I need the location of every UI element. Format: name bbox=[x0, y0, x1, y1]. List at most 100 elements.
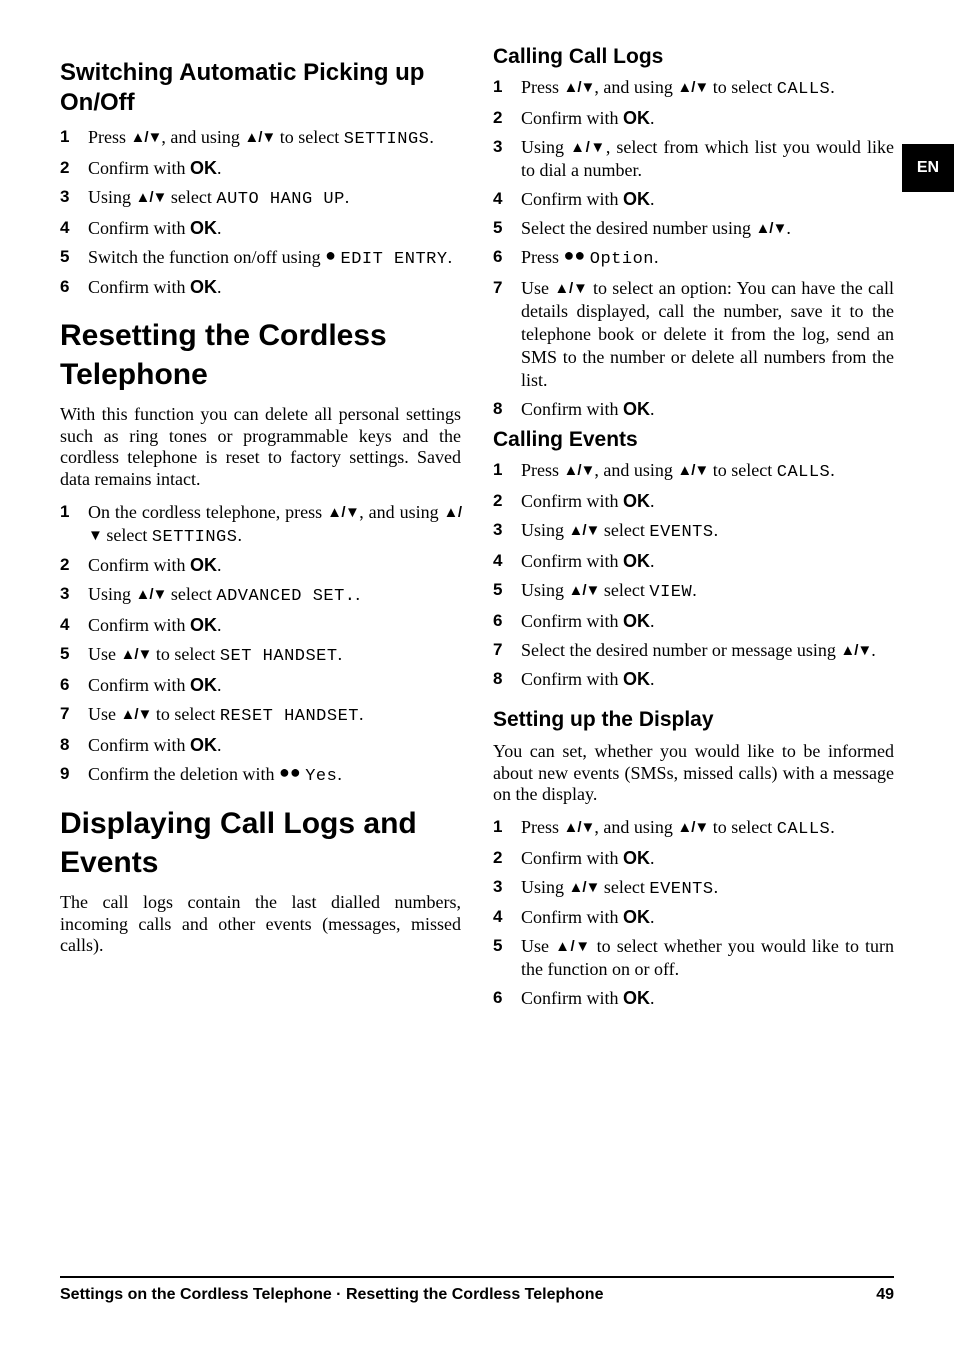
section-logs-events: Displaying Call Logs and Events The call… bbox=[60, 805, 461, 957]
step: Press ●● Option. bbox=[493, 246, 894, 271]
menu-item: Option bbox=[590, 250, 654, 269]
section-setting-display: Setting up the Display You can set, whet… bbox=[493, 707, 894, 1011]
menu-item: AUTO HANG UP bbox=[216, 190, 344, 209]
heading-call-logs: Calling Call Logs bbox=[493, 44, 894, 70]
step: Select the desired number using ▲/▼. bbox=[493, 217, 894, 240]
page: EN Switching Automatic Picking up On/Off… bbox=[0, 0, 954, 1352]
ok-key: OK bbox=[623, 491, 650, 511]
step: Confirm with OK. bbox=[493, 398, 894, 421]
menu-item: CALLS bbox=[777, 463, 831, 482]
footer-breadcrumb: Settings on the Cordless Telephone · Res… bbox=[60, 1286, 603, 1304]
ok-key: OK bbox=[190, 675, 217, 695]
ok-key: OK bbox=[190, 735, 217, 755]
step: Confirm with OK. bbox=[493, 668, 894, 691]
nav-icon: ▲/▼ bbox=[569, 582, 600, 599]
step: Using ▲/▼, select from which list you wo… bbox=[493, 136, 894, 182]
nav-icon: ▲/▼ bbox=[136, 586, 167, 603]
nav-icon: ▲/▼ bbox=[131, 129, 162, 146]
step: Use ▲/▼ to select RESET HANDSET. bbox=[60, 703, 461, 728]
ok-key: OK bbox=[623, 108, 650, 128]
section-calling-events: Calling Events Press ▲/▼, and using ▲/▼ … bbox=[493, 427, 894, 691]
step: Confirm with OK. bbox=[493, 107, 894, 130]
step: Select the desired number or message usi… bbox=[493, 639, 894, 662]
step: Confirm with OK. bbox=[60, 554, 461, 577]
heading-setting-display: Setting up the Display bbox=[493, 707, 894, 733]
intro-reset: With this function you can delete all pe… bbox=[60, 404, 461, 490]
menu-item: SET HANDSET bbox=[220, 647, 338, 666]
menu-item: SETTINGS bbox=[152, 528, 238, 547]
step: Press ▲/▼, and using ▲/▼ to select CALLS… bbox=[493, 76, 894, 101]
step: Confirm with OK. bbox=[60, 614, 461, 637]
heading-auto-pickup: Switching Automatic Picking up On/Off bbox=[60, 58, 461, 118]
step: Confirm the deletion with ●● Yes. bbox=[60, 763, 461, 788]
step: Confirm with OK. bbox=[493, 188, 894, 211]
nav-icon: ▲/▼ bbox=[570, 139, 606, 156]
ok-key: OK bbox=[190, 615, 217, 635]
section-call-logs: Calling Call Logs Press ▲/▼, and using ▲… bbox=[493, 44, 894, 421]
nav-icon: ▲/▼ bbox=[564, 462, 595, 479]
nav-icon: ▲/▼ bbox=[555, 938, 591, 955]
nav-icon: ▲/▼ bbox=[677, 79, 708, 96]
steps-setting-display: Press ▲/▼, and using ▲/▼ to select CALLS… bbox=[493, 816, 894, 1011]
ok-key: OK bbox=[623, 907, 650, 927]
step: Confirm with OK. bbox=[60, 674, 461, 697]
heading-logs-events: Displaying Call Logs and Events bbox=[60, 805, 461, 882]
intro-logs-events: The call logs contain the last dialled n… bbox=[60, 892, 461, 957]
nav-icon: ▲/▼ bbox=[677, 462, 708, 479]
menu-item: EVENTS bbox=[649, 523, 713, 542]
content-columns: Switching Automatic Picking up On/Off Pr… bbox=[60, 44, 894, 1010]
menu-item: VIEW bbox=[649, 583, 692, 602]
step: Using ▲/▼ select EVENTS. bbox=[493, 876, 894, 901]
nav-icon: ▲/▼ bbox=[564, 79, 595, 96]
steps-calling-events: Press ▲/▼, and using ▲/▼ to select CALLS… bbox=[493, 459, 894, 690]
menu-item: EDIT ENTRY bbox=[341, 250, 448, 269]
ok-key: OK bbox=[623, 611, 650, 631]
step: Using ▲/▼ select ADVANCED SET.. bbox=[60, 583, 461, 608]
ok-key: OK bbox=[190, 277, 217, 297]
heading-reset: Resetting the Cordless Telephone bbox=[60, 317, 461, 394]
nav-icon: ▲/▼ bbox=[569, 522, 600, 539]
step: Switch the function on/off using ● EDIT … bbox=[60, 246, 461, 271]
steps-auto-pickup: Press ▲/▼, and using ▲/▼ to select SETTI… bbox=[60, 126, 461, 299]
nav-icon: ▲/▼ bbox=[121, 646, 152, 663]
step: Using ▲/▼ select AUTO HANG UP. bbox=[60, 186, 461, 211]
section-auto-pickup: Switching Automatic Picking up On/Off Pr… bbox=[60, 58, 461, 299]
softkey-icon: ● bbox=[325, 245, 336, 265]
steps-reset: On the cordless telephone, press ▲/▼, an… bbox=[60, 501, 461, 788]
softkey-icon: ●● bbox=[279, 762, 301, 782]
step: Confirm with OK. bbox=[60, 157, 461, 180]
nav-icon: ▲/▼ bbox=[327, 504, 359, 521]
nav-icon: ▲/▼ bbox=[244, 129, 275, 146]
nav-icon: ▲/▼ bbox=[121, 706, 152, 723]
step: Confirm with OK. bbox=[60, 734, 461, 757]
step: Confirm with OK. bbox=[493, 550, 894, 573]
menu-item: RESET HANDSET bbox=[220, 707, 359, 726]
nav-icon: ▲/▼ bbox=[840, 642, 871, 659]
softkey-icon: ●● bbox=[564, 245, 586, 265]
ok-key: OK bbox=[623, 988, 650, 1008]
step: Press ▲/▼, and using ▲/▼ to select SETTI… bbox=[60, 126, 461, 151]
ok-key: OK bbox=[190, 218, 217, 238]
step: Use ▲/▼ to select an option: You can hav… bbox=[493, 277, 894, 392]
ok-key: OK bbox=[623, 399, 650, 419]
step: Using ▲/▼ select VIEW. bbox=[493, 579, 894, 604]
step: Confirm with OK. bbox=[493, 610, 894, 633]
step: Confirm with OK. bbox=[493, 490, 894, 513]
nav-icon: ▲/▼ bbox=[554, 280, 587, 297]
step: Press ▲/▼, and using ▲/▼ to select CALLS… bbox=[493, 459, 894, 484]
step: Confirm with OK. bbox=[60, 276, 461, 299]
ok-key: OK bbox=[623, 848, 650, 868]
ok-key: OK bbox=[623, 669, 650, 689]
page-number: 49 bbox=[876, 1286, 894, 1304]
nav-icon: ▲/▼ bbox=[755, 220, 786, 237]
nav-icon: ▲/▼ bbox=[564, 819, 595, 836]
page-footer: Settings on the Cordless Telephone · Res… bbox=[60, 1276, 894, 1304]
menu-item: EVENTS bbox=[649, 880, 713, 899]
step: On the cordless telephone, press ▲/▼, an… bbox=[60, 501, 461, 549]
step: Use ▲/▼ to select SET HANDSET. bbox=[60, 643, 461, 668]
ok-key: OK bbox=[190, 555, 217, 575]
menu-item: ADVANCED SET. bbox=[216, 587, 355, 606]
language-tab: EN bbox=[902, 144, 954, 192]
heading-calling-events: Calling Events bbox=[493, 427, 894, 453]
step: Confirm with OK. bbox=[493, 906, 894, 929]
